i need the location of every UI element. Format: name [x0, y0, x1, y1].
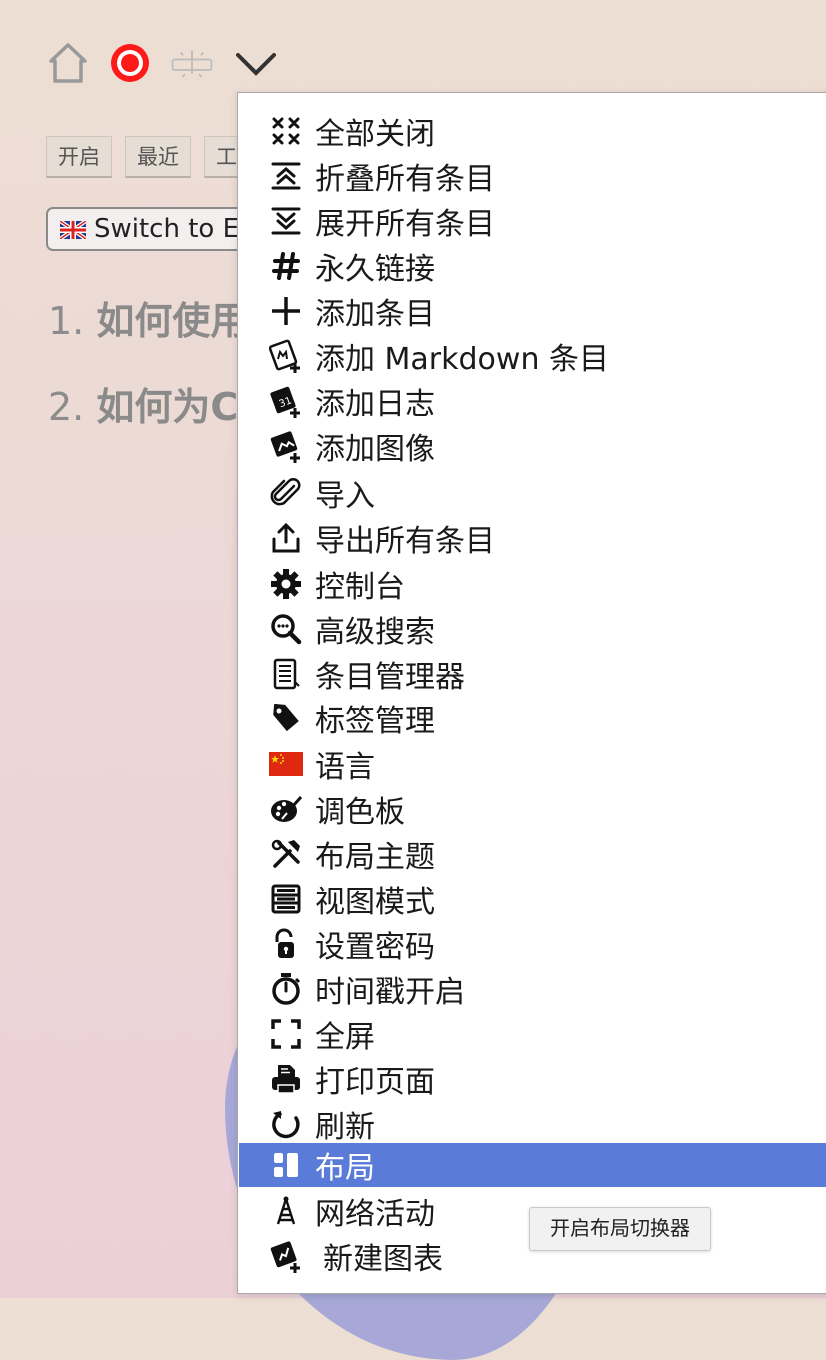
heading-number: 1. [48, 299, 85, 343]
menu-item-add-journal[interactable]: 31 添加日志 [239, 379, 826, 423]
menu-item-close-all[interactable]: 全部关闭 [239, 109, 826, 153]
menu-item-label: 刷新 [315, 1110, 375, 1145]
heading-1[interactable]: 1. 如何使用 [48, 290, 248, 345]
menu-item-label: 全屏 [315, 1020, 375, 1055]
menu-item-console[interactable]: 控制台 [239, 562, 826, 606]
menu-item-label: 添加日志 [315, 387, 435, 422]
sparkle-icon[interactable] [170, 38, 214, 88]
menu-item-permalink[interactable]: 永久链接 [239, 244, 826, 288]
switch-language-button[interactable]: Switch to E [46, 207, 256, 251]
tab-recent[interactable]: 最近 [125, 136, 191, 178]
fullscreen-icon [263, 1012, 309, 1056]
menu-item-label: 调色板 [315, 795, 405, 830]
plus-icon [263, 289, 309, 333]
menu-item-collapse-all[interactable]: 折叠所有条目 [239, 154, 826, 198]
heading-text: 如何为C [96, 385, 239, 429]
heading-text: 如何使用 [96, 299, 249, 343]
tab-open[interactable]: 开启 [46, 136, 112, 178]
image-add-icon [263, 424, 309, 468]
record-icon[interactable] [108, 38, 152, 88]
menu-item-set-password[interactable]: 设置密码 [239, 922, 826, 966]
menu-item-add-entry[interactable]: 添加条目 [239, 289, 826, 333]
menu-item-layout[interactable]: 布局 [239, 1143, 826, 1187]
menu-item-label: 条目管理器 [315, 660, 465, 695]
menu-item-fullscreen[interactable]: 全屏 [239, 1012, 826, 1056]
menu-item-language[interactable]: 语言 [239, 742, 826, 786]
menu-item-label: 全部关闭 [315, 117, 435, 152]
menu-item-label: 导出所有条目 [315, 524, 495, 559]
menu-item-label: 打印页面 [315, 1065, 435, 1100]
menu-item-layout-theme[interactable]: 布局主题 [239, 832, 826, 876]
menu-item-label: 添加图像 [315, 432, 435, 467]
menu-item-label: 添加 Markdown 条目 [315, 342, 609, 377]
menu-item-label: 永久链接 [315, 252, 435, 287]
theme-tools-icon [263, 832, 309, 876]
menu-item-entry-manager[interactable]: 条目管理器 [239, 652, 826, 696]
menu-item-expand-all[interactable]: 展开所有条目 [239, 199, 826, 243]
menu-item-refresh[interactable]: 刷新 [239, 1102, 826, 1146]
heading-2[interactable]: 2. 如何为C [48, 376, 238, 431]
menu-item-label: 控制台 [315, 570, 405, 605]
menu-item-label: 布局主题 [315, 840, 435, 875]
menu-item-label: 标签管理 [315, 704, 435, 739]
menu-item-add-markdown[interactable]: 添加 Markdown 条目 [239, 334, 826, 378]
print-icon [263, 1057, 309, 1101]
menu-item-add-image[interactable]: 添加图像 [239, 424, 826, 468]
china-flag-icon [263, 742, 309, 786]
menu-item-import[interactable]: 导入 [239, 471, 826, 515]
tag-icon [263, 696, 309, 740]
network-activity-icon [263, 1189, 309, 1233]
unlock-icon [263, 922, 309, 966]
list-manager-icon [263, 652, 309, 696]
close-all-icon [263, 109, 309, 153]
heading-number: 2. [48, 385, 85, 429]
menu-item-advanced-search[interactable]: 高级搜索 [239, 607, 826, 651]
menu-item-palette[interactable]: 调色板 [239, 787, 826, 831]
paperclip-icon [263, 471, 309, 515]
export-icon [263, 516, 309, 560]
new-chart-icon [263, 1234, 309, 1278]
menu-item-label: 语言 [315, 750, 375, 785]
menu-item-view-mode[interactable]: 视图模式 [239, 877, 826, 921]
advanced-search-icon [263, 607, 309, 651]
menu-item-timestamp-on[interactable]: 时间戳开启 [239, 967, 826, 1011]
menu-item-label: 添加条目 [315, 297, 435, 332]
switch-language-label: Switch to E [94, 214, 240, 244]
main-dropdown-menu: 全部关闭 折叠所有条目 展开所有条目 永久链接 添加条目 添加 Markdown… [237, 92, 826, 1294]
layout-tooltip: 开启布局切换器 [529, 1207, 711, 1251]
menu-item-label: 折叠所有条目 [315, 162, 495, 197]
menu-item-label: 高级搜索 [315, 615, 435, 650]
menu-item-print[interactable]: 打印页面 [239, 1057, 826, 1101]
markdown-add-icon [263, 334, 309, 378]
menu-item-label: 新建图表 [323, 1242, 443, 1277]
layout-icon [263, 1143, 309, 1187]
uk-flag-icon [60, 221, 86, 239]
home-icon[interactable] [46, 38, 90, 88]
gear-icon [263, 562, 309, 606]
menu-item-tag-manager[interactable]: 标签管理 [239, 696, 826, 740]
menu-item-label: 布局 [315, 1151, 375, 1186]
view-mode-icon [263, 877, 309, 921]
chevron-down-icon[interactable] [234, 38, 278, 88]
collapse-all-icon [263, 154, 309, 198]
menu-item-label: 导入 [315, 479, 375, 514]
menu-item-label: 时间戳开启 [315, 975, 465, 1010]
menu-item-label: 设置密码 [315, 930, 435, 965]
menu-item-label: 网络活动 [315, 1197, 435, 1232]
menu-item-label: 展开所有条目 [315, 207, 495, 242]
expand-all-icon [263, 199, 309, 243]
hashtag-icon [263, 244, 309, 288]
menu-item-export-all[interactable]: 导出所有条目 [239, 516, 826, 560]
stopwatch-icon [263, 967, 309, 1011]
menu-item-label: 视图模式 [315, 885, 435, 920]
refresh-icon [263, 1102, 309, 1146]
journal-add-icon: 31 [263, 379, 309, 423]
palette-icon [263, 787, 309, 831]
